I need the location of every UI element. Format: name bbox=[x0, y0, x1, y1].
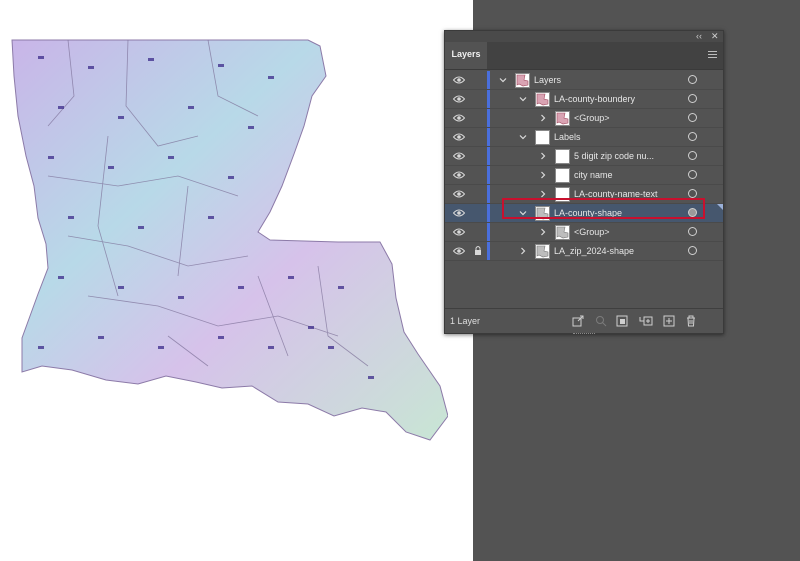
layer-color-bar bbox=[487, 90, 490, 108]
panel-tab-bar: Layers bbox=[445, 42, 723, 70]
layer-name[interactable]: LA_zip_2024-shape bbox=[554, 242, 634, 260]
tab-layers[interactable]: Layers bbox=[445, 42, 487, 69]
chevron-down-icon[interactable] bbox=[519, 133, 527, 141]
chevron-down-icon[interactable] bbox=[519, 95, 527, 103]
layer-color-bar bbox=[487, 242, 490, 260]
layer-color-bar bbox=[487, 128, 490, 146]
eye-icon[interactable] bbox=[452, 95, 466, 103]
target-circle-icon[interactable] bbox=[688, 227, 697, 236]
eye-icon[interactable] bbox=[452, 209, 466, 217]
layer-color-bar bbox=[487, 185, 490, 203]
layer-name[interactable]: <Group> bbox=[574, 223, 610, 241]
panel-resize-grip[interactable] bbox=[573, 333, 595, 336]
eye-icon[interactable] bbox=[452, 114, 466, 122]
layer-name[interactable]: Layers bbox=[534, 71, 561, 89]
layer-name[interactable]: Labels bbox=[554, 128, 581, 146]
eye-icon[interactable] bbox=[452, 171, 466, 179]
layer-name[interactable]: 5 digit zip code nu... bbox=[574, 147, 654, 165]
layer-list: Layers LA-county-boundery <Group> Labels 5 d… bbox=[445, 71, 723, 261]
target-circle-icon[interactable] bbox=[688, 94, 697, 103]
target-circle-icon[interactable] bbox=[688, 151, 697, 160]
chevron-right-icon[interactable] bbox=[539, 152, 547, 160]
layer-row[interactable]: city name bbox=[445, 166, 723, 185]
layer-thumbnail bbox=[555, 225, 570, 240]
layer-name[interactable]: LA-county-boundery bbox=[554, 90, 635, 108]
target-circle-icon[interactable] bbox=[688, 189, 697, 198]
eye-icon[interactable] bbox=[452, 247, 466, 255]
layer-row[interactable]: Layers bbox=[445, 71, 723, 90]
target-circle-icon[interactable] bbox=[688, 75, 697, 84]
layer-row[interactable]: <Group> bbox=[445, 109, 723, 128]
layer-row[interactable]: <Group> bbox=[445, 223, 723, 242]
layer-row[interactable]: 5 digit zip code nu... bbox=[445, 147, 723, 166]
panel-footer: 1 Layer bbox=[445, 308, 723, 333]
eye-icon[interactable] bbox=[452, 152, 466, 160]
layer-color-bar bbox=[487, 109, 490, 127]
selection-indicator-icon bbox=[717, 204, 723, 210]
louisiana-zip-map[interactable] bbox=[8, 36, 448, 448]
eye-icon[interactable] bbox=[452, 133, 466, 141]
chevron-right-icon[interactable] bbox=[539, 190, 547, 198]
layer-color-bar bbox=[487, 223, 490, 241]
layer-name[interactable]: <Group> bbox=[574, 109, 610, 127]
target-circle-icon[interactable] bbox=[688, 113, 697, 122]
export-icon[interactable] bbox=[572, 315, 584, 327]
target-circle-icon[interactable] bbox=[688, 132, 697, 141]
layer-thumbnail bbox=[515, 73, 530, 88]
layer-row[interactable]: LA_zip_2024-shape bbox=[445, 242, 723, 261]
layer-color-bar bbox=[487, 71, 490, 89]
collapse-icon[interactable]: ‹‹ bbox=[696, 31, 702, 42]
new-layer-icon[interactable] bbox=[663, 315, 675, 327]
search-icon[interactable] bbox=[595, 315, 607, 327]
selected-layer-highlight bbox=[502, 198, 705, 219]
clip-mask-icon[interactable] bbox=[616, 315, 628, 327]
layer-thumbnail bbox=[535, 244, 550, 259]
target-circle-icon[interactable] bbox=[688, 170, 697, 179]
layer-color-bar bbox=[487, 166, 490, 184]
layers-panel: ‹‹ ✕ Layers Layers LA-county-boundery <Gro… bbox=[444, 30, 724, 334]
close-icon[interactable]: ✕ bbox=[711, 31, 719, 42]
chevron-right-icon[interactable] bbox=[539, 114, 547, 122]
chevron-right-icon[interactable] bbox=[519, 247, 527, 255]
panel-title-bar[interactable]: ‹‹ ✕ bbox=[445, 31, 723, 42]
layer-name[interactable]: city name bbox=[574, 166, 613, 184]
layer-color-bar bbox=[487, 204, 490, 222]
target-circle-icon[interactable] bbox=[688, 246, 697, 255]
layer-thumbnail bbox=[555, 168, 570, 183]
layer-thumbnail bbox=[555, 149, 570, 164]
layer-count: 1 Layer bbox=[450, 316, 481, 326]
lock-icon[interactable] bbox=[474, 245, 482, 256]
trash-icon[interactable] bbox=[685, 315, 697, 327]
layer-thumbnail bbox=[535, 130, 550, 145]
layer-row[interactable]: LA-county-boundery bbox=[445, 90, 723, 109]
eye-icon[interactable] bbox=[452, 190, 466, 198]
eye-icon[interactable] bbox=[452, 76, 466, 84]
layer-row[interactable]: Labels bbox=[445, 128, 723, 147]
chevron-down-icon[interactable] bbox=[499, 76, 507, 84]
chevron-right-icon[interactable] bbox=[539, 228, 547, 236]
layer-color-bar bbox=[487, 147, 490, 165]
chevron-right-icon[interactable] bbox=[539, 171, 547, 179]
new-sublayer-icon[interactable] bbox=[639, 315, 653, 327]
eye-icon[interactable] bbox=[452, 228, 466, 236]
panel-menu-icon[interactable] bbox=[708, 51, 717, 60]
layer-thumbnail bbox=[535, 92, 550, 107]
layer-thumbnail bbox=[555, 111, 570, 126]
